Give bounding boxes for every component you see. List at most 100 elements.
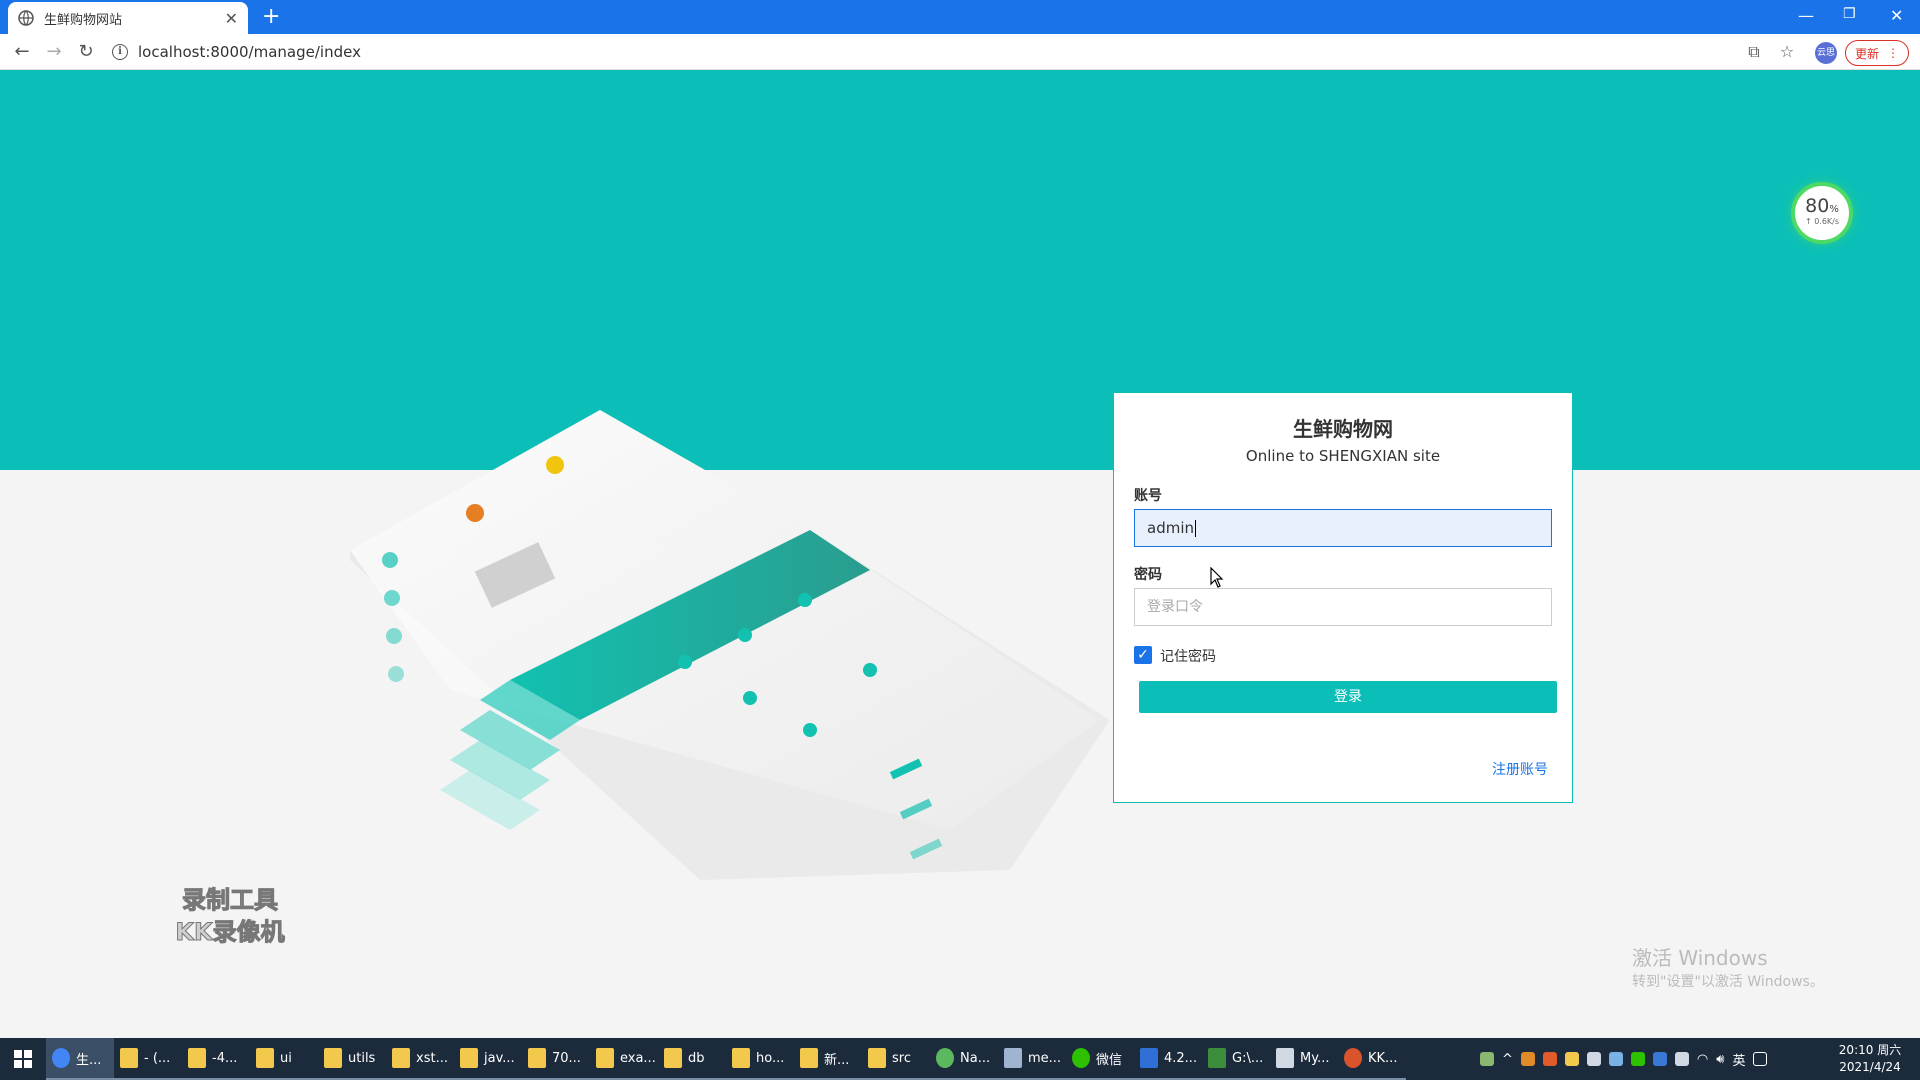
forward-icon[interactable]: → — [44, 42, 64, 62]
avatar[interactable]: 云思 — [1815, 42, 1837, 64]
taskbar-item[interactable]: me... — [998, 1038, 1066, 1080]
taskbar-item[interactable]: - (... — [114, 1038, 182, 1080]
taskbar-item[interactable]: 微信 — [1066, 1038, 1134, 1080]
taskbar-item-label: me... — [1028, 1050, 1062, 1066]
taskbar: 生... - (... -4... ui utils xst... jav... 70... e… — [0, 1038, 1920, 1080]
taskbar-item[interactable]: G:\... — [1202, 1038, 1270, 1080]
excel-icon — [1208, 1048, 1226, 1068]
minimize-icon[interactable]: — — [1798, 6, 1814, 25]
recorder-watermark: 录制工具 KK录像机 — [175, 886, 285, 947]
pen-icon — [1276, 1048, 1294, 1068]
taskbar-item-label: -4... — [212, 1050, 238, 1066]
register-link[interactable]: 注册账号 — [1492, 759, 1548, 779]
reload-icon[interactable]: ↻ — [76, 42, 96, 62]
recorder-icon — [1344, 1048, 1362, 1068]
taskbar-item-label: src — [892, 1050, 911, 1066]
folder-icon — [256, 1048, 274, 1068]
account-input[interactable]: admin — [1134, 509, 1552, 547]
taskbar-item-label: 微信 — [1096, 1052, 1123, 1068]
network-percent: 80% — [1805, 195, 1839, 217]
restore-icon[interactable]: ❐ — [1843, 6, 1856, 22]
update-label: 更新 — [1854, 46, 1879, 61]
network-speed-widget[interactable]: 80% ↑ 0.6K/s — [1791, 182, 1853, 244]
login-button[interactable]: 登录 — [1139, 681, 1557, 713]
remember-password-checkbox[interactable]: ✓ — [1134, 646, 1152, 664]
mouse-cursor-icon — [1210, 567, 1224, 588]
close-tab-icon[interactable]: ✕ — [225, 9, 238, 28]
tab-title: 生鲜购物网站 — [44, 12, 123, 28]
ime-grid-icon[interactable] — [1753, 1052, 1768, 1066]
folder-icon — [732, 1048, 750, 1068]
taskbar-item[interactable]: db — [658, 1038, 726, 1080]
navicat-icon — [936, 1048, 954, 1068]
taskbar-item-label: G:\... — [1232, 1050, 1264, 1066]
taskbar-item[interactable]: 4.2... — [1134, 1038, 1202, 1080]
taskbar-item-label: ui — [280, 1050, 292, 1066]
password-label: 密码 — [1134, 567, 1162, 583]
taskbar-item-label: KK... — [1368, 1050, 1398, 1066]
taskbar-item-label: 生... — [76, 1052, 102, 1068]
tray-app-icon[interactable] — [1674, 1052, 1689, 1066]
taskbar-item[interactable]: utils — [318, 1038, 386, 1080]
isometric-site-illustration — [350, 410, 1110, 880]
taskbar-item[interactable]: -4... — [182, 1038, 250, 1080]
close-window-icon[interactable]: ✕ — [1890, 6, 1903, 25]
new-tab-button[interactable]: + — [262, 6, 280, 28]
taskbar-item[interactable]: KK... — [1338, 1038, 1406, 1080]
taskbar-item-label: - (... — [144, 1050, 171, 1066]
password-input[interactable]: 登录口令 — [1134, 588, 1552, 626]
taskbar-item-label: exa... — [620, 1050, 656, 1066]
tray-app-icon[interactable] — [1564, 1052, 1579, 1066]
taskbar-item-label: ho... — [756, 1050, 785, 1066]
folder-icon — [120, 1048, 138, 1068]
tray-app-icon[interactable] — [1652, 1052, 1667, 1066]
wechat-tray-icon[interactable] — [1630, 1052, 1645, 1066]
taskbar-item[interactable]: jav... — [454, 1038, 522, 1080]
update-button[interactable]: 更新 ⋮ — [1845, 40, 1909, 66]
taskbar-item-label: 4.2... — [1164, 1050, 1198, 1066]
taskbar-item[interactable]: exa... — [590, 1038, 658, 1080]
tray-app-icon[interactable] — [1542, 1052, 1557, 1066]
remember-password-label[interactable]: 记住密码 — [1160, 646, 1216, 666]
folder-icon — [596, 1048, 614, 1068]
more-menu-icon[interactable]: ⋮ — [1887, 46, 1899, 60]
folder-icon — [188, 1048, 206, 1068]
taskbar-item[interactable]: 新... — [794, 1038, 862, 1080]
taskbar-item[interactable]: ho... — [726, 1038, 794, 1080]
browser-tab[interactable]: 生鲜购物网站 ✕ — [8, 2, 248, 34]
url-field[interactable]: i localhost:8000/manage/index — [112, 39, 1742, 65]
start-button[interactable] — [0, 1038, 46, 1080]
translate-icon[interactable]: ⧉ — [1744, 42, 1764, 62]
taskbar-item[interactable]: xst... — [386, 1038, 454, 1080]
folder-icon — [392, 1048, 410, 1068]
tray-app-icon[interactable] — [1608, 1052, 1623, 1066]
bookmark-star-icon[interactable]: ☆ — [1777, 42, 1797, 62]
folder-icon — [868, 1048, 886, 1068]
folder-icon — [800, 1048, 818, 1068]
taskbar-item[interactable]: Na... — [930, 1038, 998, 1080]
taskbar-item[interactable]: My... — [1270, 1038, 1338, 1080]
tray-app-icon[interactable] — [1586, 1052, 1601, 1066]
taskbar-item[interactable]: src — [862, 1038, 930, 1080]
back-icon[interactable]: ← — [12, 42, 32, 62]
taskbar-item-label: 新... — [824, 1052, 850, 1068]
wifi-icon[interactable]: ◠ — [1697, 1052, 1708, 1067]
taskbar-item[interactable]: 生... — [46, 1038, 114, 1080]
taskbar-clock[interactable]: 20:10 周六 2021/4/24 — [1820, 1042, 1920, 1076]
taskbar-item[interactable]: ui — [250, 1038, 318, 1080]
taskbar-item-label: 70... — [552, 1050, 581, 1066]
taskbar-items: 生... - (... -4... ui utils xst... jav... 70... e… — [46, 1038, 1406, 1080]
battery-icon[interactable] — [1480, 1052, 1494, 1066]
chevron-up-icon[interactable]: ^ — [1502, 1052, 1513, 1067]
wechat-icon — [1072, 1048, 1090, 1068]
ime-indicator[interactable]: 英 — [1732, 1050, 1745, 1069]
volume-icon[interactable]: 🔊︎ — [1716, 1052, 1724, 1067]
globe-icon — [18, 10, 34, 26]
tray-app-icon[interactable] — [1520, 1052, 1535, 1066]
login-card: 生鲜购物网 Online to SHENGXIAN site 账号 admin … — [1113, 392, 1573, 803]
windows-logo-icon — [14, 1050, 32, 1068]
taskbar-item[interactable]: 70... — [522, 1038, 590, 1080]
site-info-icon[interactable]: i — [112, 44, 128, 60]
address-bar: ← → ↻ i localhost:8000/manage/index ⧉ ☆ — [0, 34, 1920, 70]
taskbar-item-label: jav... — [484, 1050, 515, 1066]
